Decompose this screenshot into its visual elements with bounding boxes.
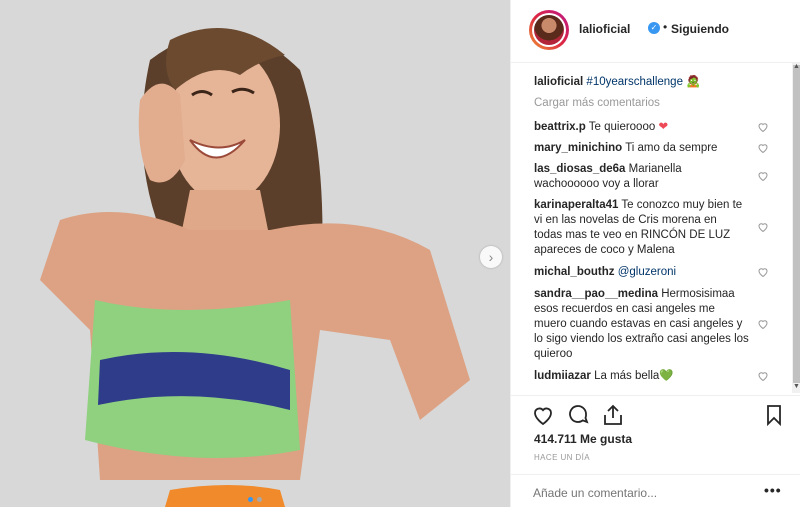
heart-emoji-icon: ❤ bbox=[658, 121, 669, 133]
comment-username[interactable]: las_diosas_de6a bbox=[534, 163, 625, 175]
scroll-up-icon[interactable]: ▲ bbox=[793, 63, 800, 70]
comment-username[interactable]: sandra__pao__medina bbox=[534, 288, 658, 300]
green-heart-emoji-icon: 💚 bbox=[659, 370, 674, 382]
post-side-panel: lalioficial ✓ • Siguiendo lalioficial #1… bbox=[510, 0, 800, 507]
comment-username[interactable]: karinaperalta41 bbox=[534, 199, 618, 211]
likes-count[interactable]: 414.711 Me gusta bbox=[534, 432, 632, 446]
like-comment-heart-icon[interactable] bbox=[757, 318, 769, 330]
comment-username[interactable]: beattrix.p bbox=[534, 121, 586, 133]
comment-text: Ti amo da sempre bbox=[622, 142, 718, 154]
carousel-dot bbox=[257, 497, 262, 502]
next-photo-button[interactable]: › bbox=[480, 246, 502, 268]
list-item: karinaperalta41 Te conozco muy bien te v… bbox=[534, 198, 744, 258]
caption: lalioficial #10yearschallenge 🧟 bbox=[534, 75, 774, 90]
more-options-button[interactable]: ••• bbox=[764, 482, 782, 498]
heart-icon[interactable] bbox=[531, 403, 555, 427]
scrollbar-thumb[interactable] bbox=[793, 65, 800, 383]
list-item: beattrix.p Te quieroooo ❤ bbox=[534, 120, 774, 135]
like-comment-heart-icon[interactable] bbox=[757, 142, 769, 154]
follow-status-button[interactable]: Siguiendo bbox=[671, 22, 729, 36]
add-comment-input[interactable] bbox=[533, 486, 733, 500]
carousel-dot-active bbox=[248, 497, 253, 502]
like-comment-heart-icon[interactable] bbox=[757, 266, 769, 278]
like-comment-heart-icon[interactable] bbox=[757, 170, 769, 182]
post-header: lalioficial ✓ • Siguiendo bbox=[511, 0, 800, 63]
list-item: sandra__pao__medina Hermosisimaa esos re… bbox=[534, 287, 750, 362]
comment-username[interactable]: mary_minichino bbox=[534, 142, 622, 154]
caption-hashtag[interactable]: #10yearschallenge bbox=[586, 76, 683, 88]
post-timestamp: HACE UN DÍA bbox=[534, 453, 590, 462]
chevron-right-icon: › bbox=[488, 249, 494, 265]
like-comment-heart-icon[interactable] bbox=[757, 370, 769, 382]
post-photo[interactable]: › bbox=[0, 0, 510, 507]
caption-username[interactable]: lalioficial bbox=[534, 76, 583, 88]
scroll-down-icon[interactable]: ▼ bbox=[793, 383, 800, 390]
comments-list: lalioficial #10yearschallenge 🧟 Cargar m… bbox=[511, 63, 800, 393]
bookmark-icon[interactable] bbox=[762, 403, 786, 427]
comment-mention[interactable]: @gluzeroni bbox=[618, 266, 676, 278]
comment-text: La más bella bbox=[590, 370, 660, 382]
comment-text: Te quieroooo bbox=[585, 121, 659, 133]
like-comment-heart-icon[interactable] bbox=[757, 221, 769, 233]
separator-dot: • bbox=[663, 20, 668, 34]
like-comment-heart-icon[interactable] bbox=[757, 121, 769, 133]
emoji-icon: 🧟 bbox=[686, 76, 701, 88]
list-item: mary_minichino Ti amo da sempre bbox=[534, 141, 774, 156]
share-icon[interactable] bbox=[601, 403, 625, 427]
list-item: ludmiiazar La más bella💚 bbox=[534, 369, 774, 384]
list-item: las_diosas_de6a Marianella wachoooooo vo… bbox=[534, 162, 744, 192]
add-comment-row: ••• bbox=[511, 474, 800, 508]
carousel-indicator bbox=[248, 497, 262, 502]
avatar[interactable] bbox=[529, 10, 569, 50]
header-username[interactable]: lalioficial bbox=[579, 22, 630, 36]
action-bar bbox=[511, 395, 800, 436]
comment-icon[interactable] bbox=[566, 403, 590, 427]
photo-illustration bbox=[0, 0, 510, 507]
verified-icon: ✓ bbox=[648, 22, 660, 34]
comment-username[interactable]: michal_bouthz bbox=[534, 266, 615, 278]
comment-username[interactable]: ludmiiazar bbox=[534, 370, 591, 382]
load-more-comments-button[interactable]: Cargar más comentarios bbox=[534, 97, 660, 109]
list-item: michal_bouthz @gluzeroni bbox=[534, 265, 774, 280]
